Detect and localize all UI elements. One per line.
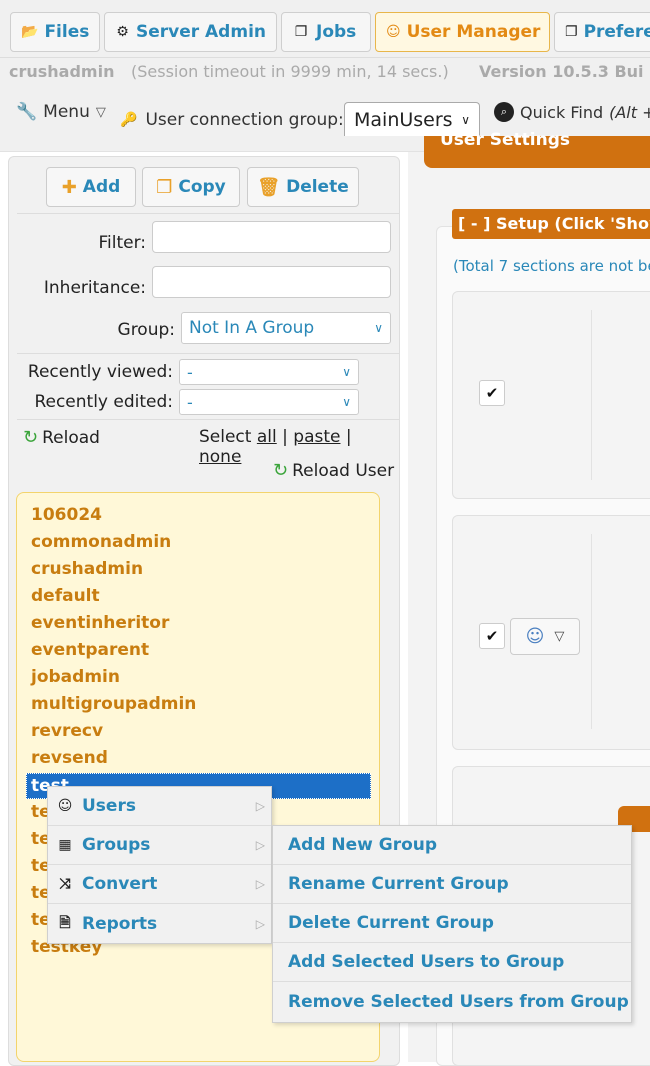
delete-group-item[interactable]: Delete Current Group — [273, 904, 631, 943]
recently-edited-label: Recently edited: — [34, 392, 173, 412]
sections-note: (Total 7 sections are not be — [453, 257, 650, 275]
group-label: Group: — [117, 320, 175, 340]
setting-checkbox[interactable]: ✔ — [479, 380, 505, 406]
filter-input[interactable] — [152, 221, 391, 253]
version-label: Version 10.5.3 Bui — [479, 62, 644, 81]
reload-user-button[interactable]: ↻ Reload User — [273, 460, 394, 481]
chevron-down-icon: ∨ — [461, 112, 470, 127]
chevron-down-icon: ∨ — [342, 365, 351, 379]
wrench-icon: 🔧 — [16, 102, 38, 122]
chevron-right-icon: ▷ — [255, 916, 265, 931]
user-dropdown-button[interactable]: ☺ ▽ — [510, 618, 580, 655]
setup-toggle[interactable]: [ - ] Setup (Click 'Show — [452, 209, 650, 239]
setting-checkbox[interactable]: ✔ — [479, 623, 505, 649]
key-icon: 🔑 — [120, 112, 138, 128]
copy-user-button[interactable]: ❐ Copy — [142, 167, 240, 207]
gear-icon: ⚙ — [116, 24, 129, 40]
session-info-bar: crushadmin (Session timeout in 9999 min,… — [0, 58, 650, 88]
list-item[interactable]: default — [31, 586, 100, 606]
user-settings-header: User Settings — [424, 130, 650, 168]
users-icon: ☺ — [57, 798, 73, 814]
list-item[interactable]: crushadmin — [31, 559, 143, 579]
chevron-down-icon: ▽ — [95, 104, 106, 120]
add-user-button[interactable]: ✚ Add — [46, 167, 136, 207]
list-item[interactable]: commonadmin — [31, 532, 171, 552]
current-username: crushadmin — [9, 62, 115, 81]
remove-users-from-group-item[interactable]: Remove Selected Users from Group — [273, 982, 631, 1021]
context-menu: ☺ Users ▷ ▦ Groups ▷ ⤨ Convert ▷ 🗎 Reports ▷ — [47, 786, 272, 944]
chevron-down-icon: ∨ — [342, 395, 351, 409]
chevron-right-icon: ▷ — [255, 877, 265, 891]
chevron-down-icon: ▽ — [554, 629, 565, 644]
recently-edited-select[interactable]: - ∨ — [179, 389, 359, 415]
list-item[interactable]: eventinheritor — [31, 613, 169, 633]
copy-icon: ❐ — [294, 24, 308, 40]
select-none-link[interactable]: none — [199, 447, 241, 467]
paste-link[interactable]: paste — [293, 427, 340, 447]
tab-jobs[interactable]: ❐ Jobs — [281, 12, 371, 52]
chevron-right-icon: ▷ — [255, 799, 265, 813]
chevron-right-icon: ▷ — [255, 838, 265, 852]
top-tab-bar: 📂 Files ⚙ Server Admin ❐ Jobs ☺ User Manager… — [0, 0, 650, 58]
divider — [591, 534, 592, 729]
group-select[interactable]: Not In A Group ∨ — [181, 312, 391, 344]
report-icon: 🗎 — [59, 914, 71, 931]
recently-viewed-select[interactable]: - ∨ — [179, 359, 359, 385]
delete-user-button[interactable]: 🗑 Delete — [247, 167, 359, 207]
divider — [17, 419, 400, 420]
divider — [591, 310, 592, 480]
context-menu-reports[interactable]: 🗎 Reports ▷ — [48, 904, 271, 943]
list-item[interactable]: 106024 — [31, 505, 102, 525]
connection-group-label: 🔑 User connection group: — [120, 110, 344, 130]
add-new-group-item[interactable]: Add New Group — [273, 826, 631, 865]
user-icon: ☺ — [525, 626, 545, 647]
reload-button[interactable]: ↻ Reload — [23, 427, 100, 448]
session-timeout: (Session timeout in 9999 min, 14 secs.) — [131, 62, 449, 81]
menu-button[interactable]: 🔧 Menu ▽ — [16, 102, 106, 122]
context-menu-groups[interactable]: ▦ Groups ▷ — [48, 826, 271, 865]
quick-find-button[interactable]: ⌕ Quick Find (Alt + — [494, 102, 650, 122]
select-all-link[interactable]: all — [257, 427, 277, 447]
refresh-icon: ↻ — [273, 460, 289, 481]
groups-submenu: Add New Group Rename Current Group Delet… — [272, 825, 632, 1023]
chevron-down-icon: ∨ — [374, 321, 383, 335]
rename-group-item[interactable]: Rename Current Group — [273, 865, 631, 904]
tab-files[interactable]: 📂 Files — [10, 12, 100, 52]
list-item[interactable]: revsend — [31, 748, 108, 768]
inheritance-input[interactable] — [152, 266, 391, 298]
context-menu-users[interactable]: ☺ Users ▷ — [48, 787, 271, 826]
user-icon: ☺ — [386, 24, 401, 40]
tab-user-manager[interactable]: ☺ User Manager — [375, 12, 550, 52]
add-users-to-group-item[interactable]: Add Selected Users to Group — [273, 943, 631, 982]
shuffle-icon: ⤨ — [59, 876, 71, 892]
filter-label: Filter: — [98, 233, 146, 253]
list-item[interactable]: multigroupadmin — [31, 694, 196, 714]
tab-server-admin[interactable]: ⚙ Server Admin — [104, 12, 277, 52]
tab-preferences[interactable]: ❐ Prefere — [554, 12, 650, 52]
refresh-icon: ↻ — [23, 427, 39, 448]
trash-icon: 🗑 — [257, 176, 281, 198]
divider — [17, 353, 400, 354]
copy-icon: ❐ — [565, 24, 578, 40]
divider — [17, 213, 400, 214]
list-item[interactable]: eventparent — [31, 640, 149, 660]
copy-icon: ❐ — [156, 176, 173, 198]
inheritance-label: Inheritance: — [43, 278, 146, 298]
list-item[interactable]: jobadmin — [31, 667, 120, 687]
grid-icon: ▦ — [58, 837, 72, 853]
context-menu-convert[interactable]: ⤨ Convert ▷ — [48, 865, 271, 904]
recently-viewed-label: Recently viewed: — [27, 362, 173, 382]
search-icon: ⌕ — [494, 102, 514, 122]
list-item[interactable]: revrecv — [31, 721, 103, 741]
plus-icon: ✚ — [61, 176, 77, 198]
folder-icon: 📂 — [21, 24, 39, 40]
